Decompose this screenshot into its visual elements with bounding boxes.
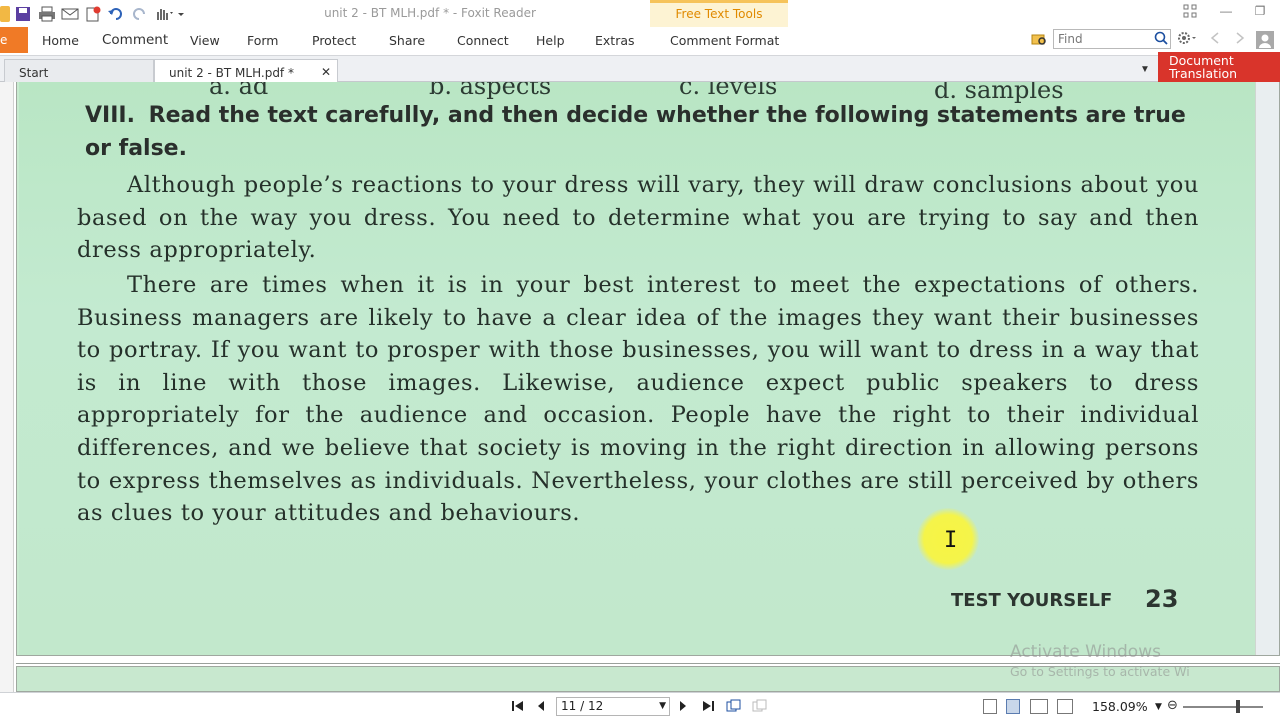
previous-option-a: a. ad: [209, 82, 269, 100]
zoom-dropdown-icon[interactable]: ▼: [1155, 702, 1162, 712]
previous-option-b: b. aspects: [429, 82, 552, 100]
tab-protect[interactable]: Protect: [312, 33, 356, 48]
find-folder-icon[interactable]: [1031, 31, 1047, 47]
tab-view[interactable]: View: [190, 33, 220, 48]
zoom-out-icon[interactable]: ⊖: [1167, 698, 1178, 713]
ribbon-options-icon[interactable]: [1180, 4, 1200, 20]
next-page-icon[interactable]: [678, 699, 688, 717]
page-footer-label: TEST YOURSELF: [951, 590, 1113, 611]
title-bar: unit 2 - BT MLH.pdf * - Foxit Reader Fre…: [0, 0, 1280, 27]
document-translation-button[interactable]: Document Translation: [1158, 52, 1280, 82]
tab-start-label: Start: [19, 66, 49, 80]
restore-button[interactable]: ❐: [1250, 4, 1270, 20]
page-number-value: 11 / 12: [561, 699, 604, 713]
facing-view-icon[interactable]: [1030, 699, 1048, 714]
reading-paragraph-2: There are times when it is in your best …: [77, 272, 1199, 527]
continuous-view-icon[interactable]: [1006, 699, 1020, 714]
previous-view-icon[interactable]: [726, 699, 742, 717]
tab-comment[interactable]: Comment: [102, 32, 168, 48]
minimize-button[interactable]: —: [1216, 4, 1236, 20]
user-avatar-icon[interactable]: [1256, 31, 1274, 53]
exercise-instruction: Read the text carefully, and then decide…: [85, 103, 1186, 161]
tab-current-document-label: unit 2 - BT MLH.pdf *: [169, 66, 294, 80]
status-bar: 11 / 12 ▼ 158.09% ▼ ⊖: [0, 692, 1280, 720]
text-cursor-icon: I: [944, 528, 958, 553]
page-margin-right: [1255, 82, 1279, 655]
gear-icon[interactable]: [1177, 31, 1197, 49]
search-icon[interactable]: [1154, 31, 1168, 49]
context-tab-free-text-tools[interactable]: Free Text Tools: [650, 0, 788, 27]
last-page-icon[interactable]: [701, 699, 715, 717]
tab-connect[interactable]: Connect: [457, 33, 509, 48]
tab-comment-format[interactable]: Comment Format: [670, 33, 779, 48]
exercise-heading: VIII. Read the text carefully, and then …: [85, 99, 1205, 165]
pdf-page[interactable]: a. ad b. aspects c. levels d. samples VI…: [16, 82, 1280, 656]
single-page-view-icon[interactable]: [983, 699, 997, 714]
file-tab[interactable]: e: [0, 27, 28, 53]
page-scan: a. ad b. aspects c. levels d. samples VI…: [19, 82, 1255, 655]
zoom-level[interactable]: 158.09%: [1092, 699, 1148, 714]
tab-extras[interactable]: Extras: [595, 33, 635, 48]
tab-list-dropdown-icon[interactable]: ▼: [1140, 64, 1150, 75]
tab-home[interactable]: Home: [42, 33, 79, 48]
tab-start[interactable]: Start: [4, 59, 154, 83]
page-number-input[interactable]: 11 / 12 ▼: [556, 697, 670, 716]
document-tab-strip: Start unit 2 - BT MLH.pdf * ✕ ▼: [0, 55, 1280, 83]
page-dropdown-icon[interactable]: ▼: [659, 701, 666, 711]
page-footer-number: 23: [1145, 585, 1179, 613]
tab-help[interactable]: Help: [536, 33, 565, 48]
tab-current-document[interactable]: unit 2 - BT MLH.pdf * ✕: [154, 59, 338, 83]
activate-windows-watermark: Activate Windows Go to Settings to activ…: [1010, 642, 1190, 679]
zoom-slider-track[interactable]: [1183, 706, 1263, 708]
previous-option-c: c. levels: [679, 82, 778, 100]
tab-share[interactable]: Share: [389, 33, 425, 48]
ribbon-tabs: e Home Comment View Form Protect Share C…: [0, 27, 1280, 55]
navigation-panel-collapsed[interactable]: [0, 82, 14, 692]
document-viewer[interactable]: a. ad b. aspects c. levels d. samples VI…: [0, 82, 1280, 692]
first-page-icon[interactable]: [511, 699, 525, 717]
next-view-icon[interactable]: [752, 699, 768, 717]
translation-label-line2: Translation: [1169, 66, 1238, 81]
close-tab-icon[interactable]: ✕: [321, 65, 331, 79]
continuous-facing-view-icon[interactable]: [1057, 699, 1073, 714]
watermark-line1: Activate Windows: [1010, 642, 1161, 662]
tab-form[interactable]: Form: [247, 33, 279, 48]
watermark-line2: Go to Settings to activate Wi: [1010, 664, 1190, 679]
previous-page-icon[interactable]: [536, 699, 546, 717]
reading-paragraph-1: Although people’s reactions to your dres…: [77, 172, 1199, 264]
exercise-number: VIII.: [85, 103, 135, 128]
previous-result-icon[interactable]: [1209, 31, 1221, 49]
next-result-icon[interactable]: [1234, 31, 1246, 49]
zoom-slider-thumb[interactable]: [1236, 700, 1240, 713]
